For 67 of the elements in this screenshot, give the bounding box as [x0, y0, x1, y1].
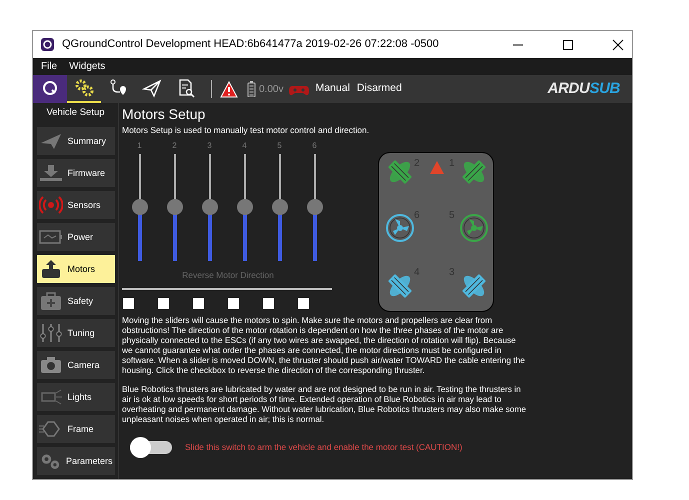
front-marker-icon	[430, 160, 444, 174]
signal-icon	[38, 195, 62, 216]
slider-thumb[interactable]	[166, 199, 182, 216]
sliders-icon	[38, 323, 62, 344]
app-logo-icon	[41, 38, 54, 51]
page-title: Motors Setup	[122, 106, 206, 122]
slider-label: 5	[277, 140, 282, 152]
download-icon	[38, 163, 62, 184]
section-label: Reverse Motor Direction	[181, 268, 275, 282]
menu-item[interactable]: File	[41, 59, 58, 74]
sidebar-item[interactable]: Tuning	[36, 319, 114, 348]
checkbox[interactable]	[298, 298, 309, 308]
slider[interactable]	[272, 154, 288, 261]
slider[interactable]	[132, 154, 148, 261]
battery-voltage: 0.00v	[259, 82, 284, 96]
sidebar-title: Vehicle Setup	[46, 106, 105, 120]
slider-thumb[interactable]	[132, 199, 148, 216]
sidebar-item[interactable]: Power	[36, 223, 114, 252]
sidebar-item[interactable]: Safety	[36, 287, 114, 316]
warning-icon[interactable]	[220, 80, 238, 98]
sidebar-item[interactable]: Firmware	[36, 159, 114, 188]
gears-icon	[74, 78, 94, 98]
logo-icon	[40, 78, 60, 98]
paper-plane-icon	[142, 78, 162, 98]
checkbox[interactable]	[158, 298, 169, 308]
battery-icon[interactable]	[247, 81, 256, 97]
slider-label: 1	[137, 140, 142, 152]
slider[interactable]	[236, 154, 252, 261]
arm-status[interactable]: Disarmed	[356, 81, 402, 97]
sidebar-item[interactable]: Frame	[36, 415, 114, 444]
sidebar-item[interactable]: Motors	[36, 255, 114, 284]
slider[interactable]	[166, 154, 182, 261]
checkbox[interactable]	[193, 298, 204, 308]
slider-label: 6	[312, 140, 317, 152]
close-icon[interactable]	[612, 38, 624, 50]
sidebar-item[interactable]: Lights	[36, 383, 114, 412]
frame-icon	[38, 419, 62, 440]
window-title: QGroundControl Development HEAD:6b641477a 2019-02-26 07:22:08 -0500	[62, 37, 439, 52]
slider-thumb[interactable]	[272, 199, 288, 216]
checkbox[interactable]	[263, 298, 274, 308]
slider-thumb[interactable]	[236, 199, 252, 216]
checkbox[interactable]	[228, 298, 239, 308]
checkbox[interactable]	[123, 298, 134, 308]
first-aid-kit-icon	[38, 291, 62, 312]
page-description: Motors Setup is used to manually test motor control and direction.	[122, 124, 370, 137]
arm-warning-text: Slide this switch to arm the vehicle and enable the motor test (CAUTION!)	[185, 440, 462, 454]
paper-plane-icon	[38, 131, 62, 152]
slider[interactable]	[306, 154, 322, 261]
app-menu-button[interactable]	[33, 75, 67, 103]
sidebar-item[interactable]: Parameters	[36, 447, 114, 476]
sidebar-item[interactable]: Camera	[36, 351, 114, 380]
light-icon	[38, 387, 62, 408]
slider[interactable]	[202, 154, 218, 261]
camera-icon	[38, 355, 62, 376]
slider-thumb[interactable]	[306, 199, 322, 216]
flight-mode[interactable]: Manual	[315, 81, 350, 97]
brand-logo: ARDUSUB	[548, 78, 620, 99]
sidebar-item[interactable]: Summary	[36, 127, 114, 156]
slider-label: 4	[242, 140, 247, 152]
instructions-paragraph: Moving the sliders will cause the motors to spin. Make sure the motors and propellers are clear from obstructions! The direction of the motor rotation is dependent on how the three phases of the motor are physically connected to the ESCs (if any two wires are swapped, the direction of rotation will flip). Because we cannot guarantee what order the phases are connected, the motor directions must be configured in software. When a slider is moved DOWN, the thruster should push air/water TOWARD the cable entering the housing. Click the checkbox to reverse the direction of the corresponding thruster.	[122, 314, 526, 374]
sidebar-item[interactable]: Sensors	[36, 191, 114, 220]
slider-thumb[interactable]	[202, 199, 218, 216]
menu-item[interactable]: Widgets	[69, 59, 106, 74]
instructions-paragraph: Blue Robotics thrusters are lubricated by water and are not designed to be run in air. Testing the thrusters in air is ok at low speeds for short periods of time. Extended operation of Blue Robotics in air may lead to overheating and permanent damage. Without water lubrication, Blue Robotics thrusters may also make some unpleasant noises when operated in air; this is normal.	[122, 384, 527, 424]
slider-label: 2	[172, 140, 177, 152]
maximize-icon[interactable]	[562, 38, 574, 50]
slider-label: 3	[207, 140, 212, 152]
